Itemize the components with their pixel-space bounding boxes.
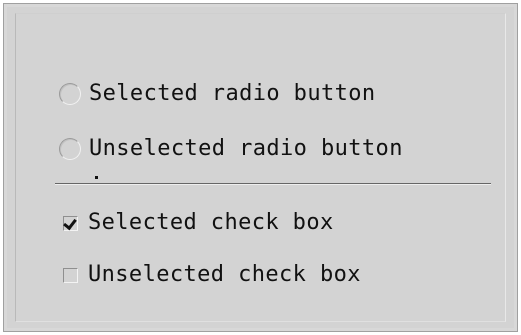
focus-mark <box>95 176 98 179</box>
radio-selected-icon[interactable] <box>59 83 81 105</box>
checkbox-unselected[interactable]: Unselected check box <box>59 264 361 286</box>
checkbox-selected-label: Selected check box <box>88 210 334 235</box>
radio-unselected[interactable]: Unselected radio button <box>59 138 403 160</box>
checkbox-unselected-label: Unselected check box <box>88 262 361 287</box>
options-panel: Selected radio button Unselected radio b… <box>3 3 518 332</box>
radio-unselected-label: Unselected radio button <box>89 136 403 161</box>
radio-selected-label: Selected radio button <box>89 81 376 106</box>
checkbox-unselected-icon[interactable] <box>63 267 78 283</box>
separator-line <box>55 183 491 184</box>
radio-unselected-icon[interactable] <box>59 138 81 160</box>
checkbox-selected-icon[interactable] <box>63 215 78 231</box>
radio-selected[interactable]: Selected radio button <box>59 83 376 105</box>
checkbox-selected[interactable]: Selected check box <box>59 212 334 234</box>
